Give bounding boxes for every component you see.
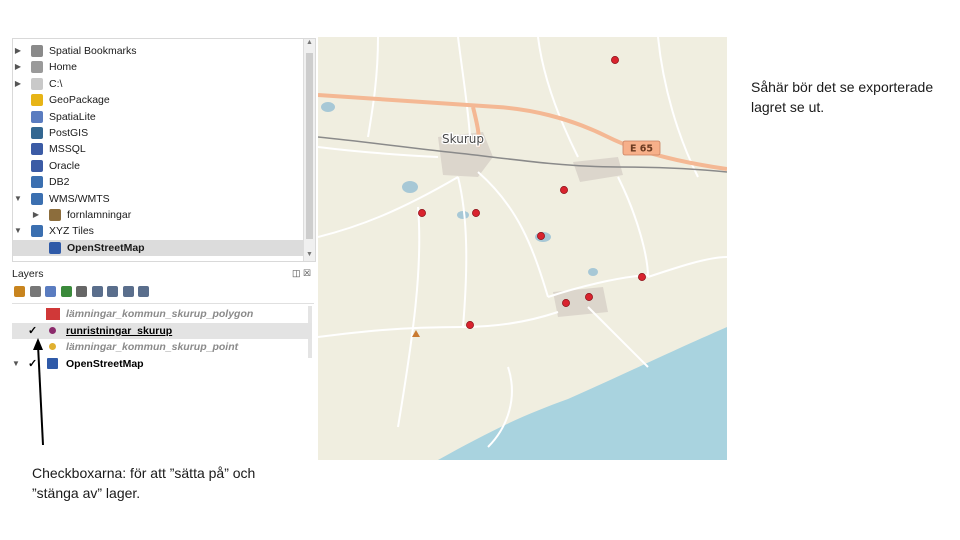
map-marker bbox=[585, 293, 593, 301]
browser-item[interactable]: Oracle bbox=[13, 158, 303, 174]
browser-item-label: fornlamningar bbox=[67, 209, 132, 221]
browser-item-label: Oracle bbox=[49, 159, 80, 172]
map-marker bbox=[466, 321, 474, 329]
osm-icon bbox=[47, 357, 58, 369]
layer-name: lämningar_kommun_skurup_polygon bbox=[66, 308, 254, 320]
map-lake bbox=[588, 268, 598, 276]
point-symbol-icon bbox=[49, 326, 56, 334]
collapse-arrow-icon[interactable]: ▼ bbox=[13, 223, 23, 239]
open-attribute-table-icon[interactable] bbox=[138, 286, 149, 297]
map-canvas[interactable]: E 65 Skurup bbox=[318, 37, 727, 460]
polygon-symbol-icon bbox=[46, 308, 60, 320]
layer-name: OpenStreetMap bbox=[66, 357, 144, 370]
browser-panel: ▶ Spatial Bookmarks ▶ Home ▶ C:\ GeoPackage Spa… bbox=[12, 38, 316, 262]
layer-visibility-checkbox[interactable]: ✓ bbox=[28, 356, 37, 372]
layers-toolbar bbox=[12, 284, 312, 300]
filter-expression-icon[interactable] bbox=[60, 286, 72, 297]
browser-item-label: WMS/WMTS bbox=[49, 192, 110, 205]
layer-name: lämningar_kommun_skurup_point bbox=[66, 341, 239, 353]
scroll-up-icon[interactable]: ▲ bbox=[304, 39, 315, 49]
layer-row[interactable]: lämningar_kommun_skurup_point bbox=[12, 339, 312, 355]
map-lake bbox=[402, 181, 418, 193]
db2-icon bbox=[31, 176, 43, 189]
browser-item-label: C:\ bbox=[49, 77, 63, 90]
map-marker bbox=[611, 56, 619, 64]
map-marker bbox=[562, 299, 570, 307]
browser-item-label: XYZ Tiles bbox=[49, 225, 94, 238]
folder-icon bbox=[31, 77, 43, 90]
skurup-town-label: Skurup bbox=[442, 132, 484, 146]
layer-row[interactable]: lämningar_kommun_skurup_polygon bbox=[12, 306, 312, 322]
browser-item[interactable]: ▶ Home bbox=[13, 59, 303, 75]
layers-list: lämningar_kommun_skurup_polygon ✓ runristn… bbox=[12, 303, 314, 461]
browser-item[interactable]: ▼ XYZ Tiles bbox=[13, 223, 303, 239]
postgis-icon bbox=[31, 127, 43, 139]
map-town-area bbox=[553, 287, 608, 317]
collapse-all-icon[interactable] bbox=[107, 286, 118, 297]
browser-item-label: MSSQL bbox=[49, 143, 86, 156]
browser-item-label: DB2 bbox=[49, 176, 70, 189]
e65-shield: E 65 bbox=[622, 140, 661, 156]
browser-item[interactable]: OpenStreetMap bbox=[13, 239, 303, 256]
browser-item[interactable]: ▶ C:\ bbox=[13, 76, 303, 92]
layers-panel-title: Layers bbox=[12, 268, 44, 280]
home-icon bbox=[31, 61, 43, 74]
browser-item[interactable]: MSSQL bbox=[13, 141, 303, 157]
expand-arrow-icon[interactable]: ▶ bbox=[13, 59, 23, 75]
browser-item[interactable]: ▼ WMS/WMTS bbox=[13, 191, 303, 207]
browser-item[interactable]: SpatiaLite bbox=[13, 109, 303, 125]
collapse-arrow-icon[interactable]: ▼ bbox=[12, 356, 20, 372]
globe-icon bbox=[31, 192, 43, 205]
expression-icon[interactable] bbox=[76, 286, 87, 297]
xyz-tiles-icon bbox=[31, 225, 43, 238]
spatialite-icon bbox=[31, 110, 43, 123]
scroll-down-icon[interactable]: ▼ bbox=[304, 251, 315, 261]
bookmark-icon bbox=[31, 45, 43, 57]
panel-controls-icon[interactable]: ◫ ☒ bbox=[292, 268, 311, 279]
browser-item[interactable]: PostGIS bbox=[13, 125, 303, 141]
browser-item-label: GeoPackage bbox=[49, 94, 110, 107]
expand-all-icon[interactable] bbox=[91, 286, 103, 297]
browser-item-label: Home bbox=[49, 61, 78, 74]
layer-visibility-checkbox[interactable]: ✓ bbox=[28, 323, 37, 339]
scrollbar-thumb[interactable] bbox=[306, 53, 313, 239]
browser-item-label: PostGIS bbox=[49, 127, 89, 139]
browser-item-label: Spatial Bookmarks bbox=[49, 45, 137, 57]
layer-row[interactable]: ▼ ✓ OpenStreetMap bbox=[12, 356, 312, 372]
side-note: Såhär bör det se exporterade lagret se u… bbox=[751, 79, 934, 115]
expand-arrow-icon[interactable]: ▶ bbox=[13, 76, 23, 92]
layer-row[interactable]: ✓ runristningar_skurup bbox=[12, 322, 312, 339]
geopackage-icon bbox=[31, 94, 43, 107]
map-marker bbox=[638, 273, 646, 281]
oracle-icon bbox=[31, 159, 43, 172]
mssql-icon bbox=[31, 143, 43, 156]
map-marker bbox=[560, 186, 568, 194]
browser-item-label: OpenStreetMap bbox=[67, 241, 145, 254]
expand-arrow-icon[interactable]: ▶ bbox=[13, 43, 23, 59]
map-marker bbox=[472, 209, 480, 217]
e65-label: E 65 bbox=[630, 144, 653, 155]
browser-scrollbar[interactable]: ▲ ▼ bbox=[303, 39, 315, 261]
collapse-arrow-icon[interactable]: ▼ bbox=[13, 191, 23, 207]
map-marker bbox=[537, 232, 545, 240]
browser-item-label: SpatiaLite bbox=[49, 110, 96, 123]
remove-layer-icon[interactable] bbox=[122, 286, 134, 297]
wms-layer-icon bbox=[49, 209, 61, 221]
map-marker bbox=[418, 209, 426, 217]
add-group-icon[interactable] bbox=[29, 286, 41, 297]
layer-name: runristningar_skurup bbox=[66, 324, 173, 337]
point-symbol-icon bbox=[49, 343, 56, 350]
expand-arrow-icon[interactable]: ▶ bbox=[31, 207, 41, 223]
map-lake bbox=[321, 102, 335, 112]
style-manager-icon[interactable] bbox=[14, 286, 25, 297]
osm-icon bbox=[49, 241, 61, 254]
filter-legend-icon[interactable] bbox=[45, 286, 56, 297]
browser-item[interactable]: ▶ fornlamningar bbox=[13, 207, 303, 223]
browser-item[interactable]: GeoPackage bbox=[13, 92, 303, 108]
browser-item[interactable]: DB2 bbox=[13, 174, 303, 190]
caption-text: Checkboxarna: för att ”sätta på” och ”st… bbox=[32, 465, 256, 501]
browser-item[interactable]: ▶ Spatial Bookmarks bbox=[13, 43, 303, 59]
